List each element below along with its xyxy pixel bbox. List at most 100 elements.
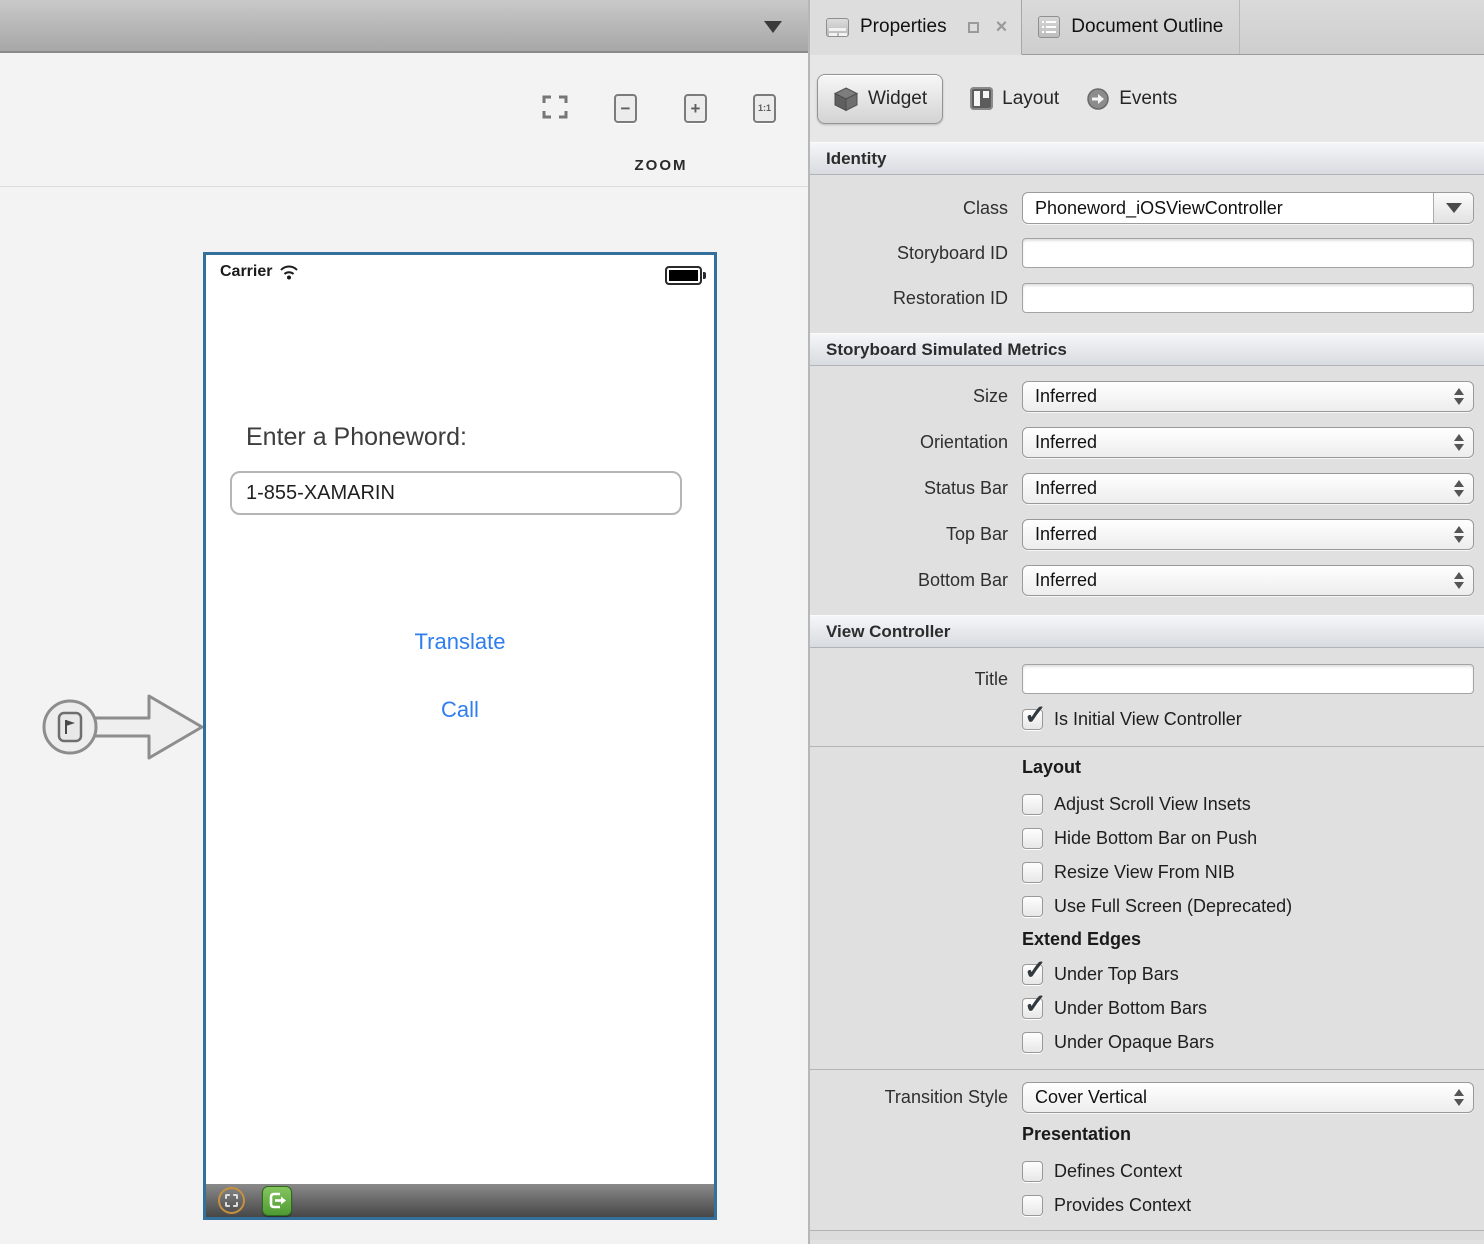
wifi-icon	[279, 265, 299, 280]
storyboard-entry-icon	[59, 713, 81, 741]
toolbar-separator	[0, 186, 808, 187]
close-icon[interactable]: ×	[996, 17, 1008, 37]
divider	[810, 1069, 1484, 1070]
hide-bottom-bar-checkbox[interactable]	[1022, 828, 1043, 849]
constraint-mode-toggle[interactable]	[218, 1187, 245, 1214]
stepper-icon	[1454, 526, 1464, 543]
zoom-out-button[interactable]: −	[614, 94, 637, 123]
provides-context-checkbox[interactable]	[1022, 1195, 1043, 1216]
viewcontroller-design-surface[interactable]: Carrier Enter a Phoneword: 1-855-XAMARIN…	[203, 252, 717, 1220]
stepper-icon	[1454, 1089, 1464, 1106]
top-bar-select[interactable]: Inferred	[1022, 519, 1474, 550]
section-header-identity: Identity	[810, 142, 1484, 175]
stepper-icon	[1454, 572, 1464, 589]
exit-segue-button[interactable]	[262, 1186, 292, 1216]
mode-events-button[interactable]: Events	[1086, 87, 1177, 111]
design-canvas: − + 1:1 ZOOM Carrier	[0, 0, 810, 1244]
size-label: Size	[810, 386, 1022, 407]
layout-group-title: Layout	[1022, 757, 1484, 781]
tab-properties[interactable]: Properties ×	[810, 0, 1022, 55]
adjust-scroll-view-insets-row: Adjust Scroll View Insets	[1022, 791, 1484, 817]
phoneword-prompt-label: Enter a Phoneword:	[246, 423, 467, 452]
mode-events-label: Events	[1119, 88, 1177, 110]
view-controller-section: Title Is Initial View Controller Layout …	[810, 664, 1484, 1240]
carrier-label: Carrier	[220, 263, 272, 281]
restoration-id-label: Restoration ID	[810, 288, 1022, 309]
tab-document-outline-label: Document Outline	[1071, 16, 1223, 38]
tab-document-outline[interactable]: Document Outline	[1022, 0, 1240, 54]
initial-view-controller-arrow[interactable]	[36, 685, 206, 771]
zoom-actual-size-button[interactable]: 1:1	[753, 94, 776, 123]
resize-view-from-nib-checkbox[interactable]	[1022, 862, 1043, 883]
defines-context-row: Defines Context	[1022, 1158, 1484, 1184]
initial-view-controller-row: Is Initial View Controller	[1022, 706, 1484, 732]
under-opaque-bars-checkbox[interactable]	[1022, 1032, 1043, 1053]
one-to-one-icon: 1:1	[753, 94, 776, 123]
provides-context-row: Provides Context	[1022, 1192, 1484, 1218]
orientation-select[interactable]: Inferred	[1022, 427, 1474, 458]
stepper-icon	[1454, 480, 1464, 497]
zoom-in-button[interactable]: +	[684, 94, 707, 123]
adjust-scroll-view-insets-checkbox[interactable]	[1022, 794, 1043, 815]
transition-style-select[interactable]: Cover Vertical	[1022, 1082, 1474, 1113]
frame-dashed-icon	[225, 1194, 238, 1207]
status-bar: Carrier	[220, 263, 299, 281]
under-opaque-bars-row: Under Opaque Bars	[1022, 1029, 1484, 1055]
properties-panel: Properties × Document Outline Widget	[810, 0, 1484, 1244]
restoration-id-field[interactable]	[1022, 283, 1474, 313]
designer-toolbar	[0, 0, 808, 53]
zoom-in-icon: +	[684, 94, 707, 123]
presentation-group-title: Presentation	[1022, 1124, 1484, 1148]
layout-panes-icon	[970, 87, 993, 110]
property-mode-row: Widget Layout Events	[810, 55, 1484, 142]
events-arrow-icon	[1086, 87, 1110, 111]
size-select[interactable]: Inferred	[1022, 381, 1474, 412]
tab-properties-label: Properties	[860, 16, 947, 38]
mode-widget-button[interactable]: Widget	[817, 74, 943, 124]
resize-view-from-nib-row: Resize View From NIB	[1022, 859, 1484, 885]
metrics-section: Size Inferred Orientation Inferred Statu…	[810, 366, 1484, 615]
exit-arrow-icon	[267, 1190, 288, 1211]
under-bottom-bars-checkbox[interactable]	[1022, 998, 1043, 1019]
status-bar-select[interactable]: Inferred	[1022, 473, 1474, 504]
chevron-down-icon[interactable]	[764, 21, 782, 33]
mode-widget-label: Widget	[868, 88, 927, 110]
bottom-bar-select[interactable]: Inferred	[1022, 565, 1474, 596]
storyboard-id-field[interactable]	[1022, 238, 1474, 268]
section-header-metrics: Storyboard Simulated Metrics	[810, 333, 1484, 366]
use-full-screen-checkbox[interactable]	[1022, 896, 1043, 917]
battery-icon	[665, 266, 702, 285]
zoom-toolbar-label: ZOOM	[606, 157, 716, 174]
use-full-screen-row: Use Full Screen (Deprecated)	[1022, 893, 1484, 919]
top-bar-label: Top Bar	[810, 524, 1022, 545]
defines-context-checkbox[interactable]	[1022, 1161, 1043, 1182]
class-value: Phoneword_iOSViewController	[1023, 193, 1433, 223]
xamarin-ios-designer: − + 1:1 ZOOM Carrier	[0, 0, 1484, 1244]
status-bar-label: Status Bar	[810, 478, 1022, 499]
call-button[interactable]: Call	[206, 697, 714, 723]
title-field[interactable]	[1022, 664, 1474, 694]
panel-bottom-strip	[810, 1231, 1484, 1240]
storyboard-id-label: Storyboard ID	[810, 243, 1022, 264]
extend-edges-group-title: Extend Edges	[1022, 929, 1484, 953]
hide-bottom-bar-row: Hide Bottom Bar on Push	[1022, 825, 1484, 851]
document-outline-icon	[1038, 16, 1060, 38]
transition-style-label: Transition Style	[810, 1087, 1022, 1108]
mode-layout-button[interactable]: Layout	[970, 87, 1059, 110]
zoom-fit-button[interactable]	[542, 94, 568, 120]
class-combobox[interactable]: Phoneword_iOSViewController	[1022, 192, 1474, 224]
translate-button[interactable]: Translate	[206, 629, 714, 655]
phoneword-text-value: 1-855-XAMARIN	[246, 482, 395, 505]
section-header-view-controller: View Controller	[810, 615, 1484, 648]
mode-layout-label: Layout	[1002, 88, 1059, 110]
is-initial-view-controller-checkbox[interactable]	[1022, 709, 1043, 730]
bottom-bar-label: Bottom Bar	[810, 570, 1022, 591]
under-top-bars-checkbox[interactable]	[1022, 964, 1043, 985]
class-dropdown-button[interactable]	[1433, 193, 1473, 223]
phoneword-text-field[interactable]: 1-855-XAMARIN	[230, 471, 682, 515]
panel-tab-bar: Properties × Document Outline	[810, 0, 1484, 55]
dock-icon[interactable]	[968, 22, 979, 33]
orientation-label: Orientation	[810, 432, 1022, 453]
divider	[810, 746, 1484, 747]
stepper-icon	[1454, 434, 1464, 451]
